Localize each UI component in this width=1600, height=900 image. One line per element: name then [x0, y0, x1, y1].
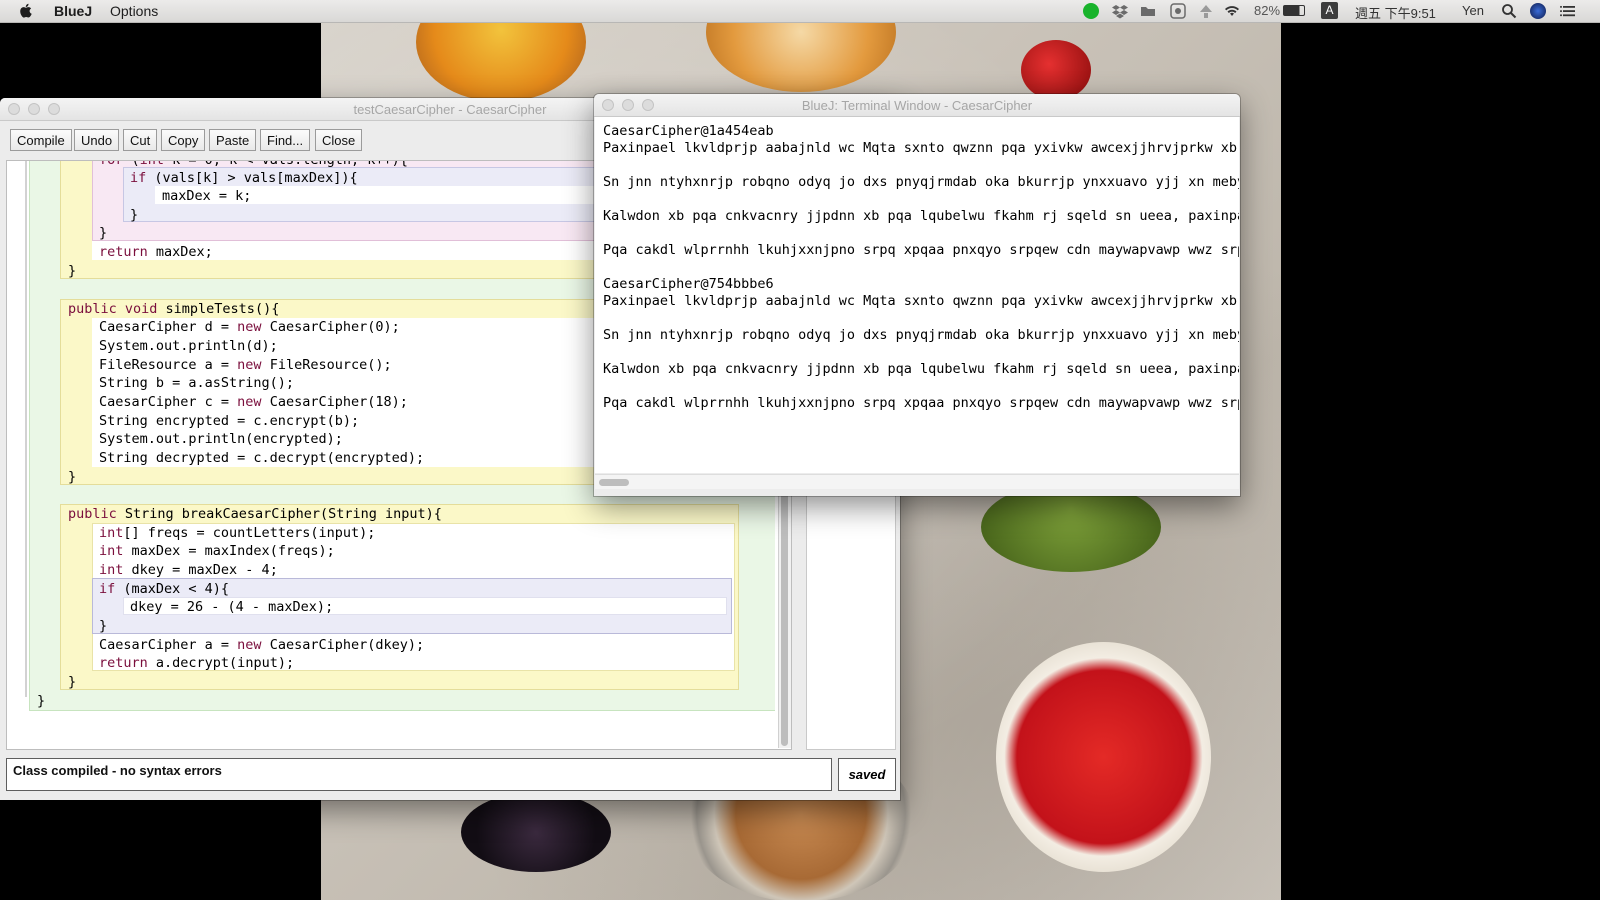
code-line: return a.decrypt(input);: [99, 655, 295, 671]
wifi-icon[interactable]: [1224, 3, 1240, 19]
code-line: }: [130, 207, 139, 223]
code-line: public void simpleTests(){: [68, 301, 280, 317]
user-name[interactable]: Yen: [1462, 3, 1484, 18]
cut-button[interactable]: Cut: [123, 129, 158, 151]
copy-button[interactable]: Copy: [161, 129, 206, 151]
terminal-line: Pqa cakdl wlprrnhh lkuhjxxnjpno srpq xpq…: [603, 395, 1239, 411]
status-message: Class compiled - no syntax errors: [6, 758, 832, 791]
terminal-line: Kalwdon xb pqa cnkvacnry jjpdnn xb pqa l…: [603, 361, 1239, 377]
compile-button[interactable]: Compile: [10, 129, 72, 151]
red-currants: [1021, 40, 1091, 100]
paste-button[interactable]: Paste: [209, 129, 257, 151]
code-line: System.out.println(encrypted);: [99, 431, 343, 447]
blackberries: [461, 792, 611, 872]
code-line: dkey = 26 - (4 - maxDex);: [130, 599, 334, 615]
code-line: }: [99, 225, 108, 241]
line-icon[interactable]: [1083, 3, 1099, 19]
scroll-thumb[interactable]: [599, 479, 629, 486]
terminal-line: Sn jnn ntyhxnrjp robqno odyq jo dxs pnyq…: [603, 327, 1239, 343]
battery-percent: 82%: [1254, 3, 1281, 18]
terminal-horizontal-scrollbar[interactable]: [595, 474, 1239, 489]
terminal-line: Sn jnn ntyhxnrjp robqno odyq jo dxs pnyq…: [603, 174, 1239, 190]
airplay-icon[interactable]: [1198, 3, 1214, 19]
code-line: if (maxDex < 4){: [99, 581, 230, 597]
dropbox-icon[interactable]: [1112, 3, 1128, 19]
terminal-window-title: BlueJ: Terminal Window - CaesarCipher: [801, 98, 1033, 113]
siri-icon[interactable]: [1530, 3, 1546, 19]
find-button[interactable]: Find...: [260, 129, 311, 151]
code-line: int dkey = maxDex - 4;: [99, 562, 278, 578]
code-line: }: [99, 618, 108, 634]
saved-indicator: saved: [838, 758, 896, 791]
input-source-indicator[interactable]: A: [1321, 2, 1338, 19]
terminal-line: Kalwdon xb pqa cnkvacnry jjpdnn xb pqa l…: [603, 208, 1239, 224]
notification-center-icon[interactable]: [1560, 3, 1576, 19]
tart-top-left: [416, 22, 586, 102]
code-line: }: [37, 693, 46, 709]
code-line: CaesarCipher a = new CaesarCipher(dkey);: [99, 637, 425, 653]
battery-icon[interactable]: [1283, 5, 1305, 16]
options-menu[interactable]: Options: [110, 3, 158, 19]
spotlight-search-icon[interactable]: [1501, 3, 1517, 19]
code-line: public String breakCaesarCipher(String i…: [68, 506, 442, 522]
folder-sync-icon[interactable]: [1140, 3, 1156, 19]
menu-clock[interactable]: 週五 下午9:51: [1355, 3, 1436, 22]
code-line: int maxDex = maxIndex(freqs);: [99, 543, 335, 559]
code-line: System.out.println(d);: [99, 338, 278, 354]
menu-bar: BlueJ Options 82% A 週五 下午9:51 Yen: [0, 0, 1600, 23]
code-line: int[] freqs = countLetters(input);: [99, 525, 376, 541]
terminal-window: BlueJ: Terminal Window - CaesarCipher Ca…: [594, 94, 1240, 496]
code-line: }: [68, 263, 77, 279]
tart-top-center: [706, 22, 896, 92]
terminal-title-bar[interactable]: BlueJ: Terminal Window - CaesarCipher: [594, 94, 1240, 117]
code-line: return maxDex;: [99, 244, 213, 260]
gutter-line: [25, 161, 27, 697]
strawberry-tart: [996, 642, 1211, 872]
terminal-line: Paxinpael lkvldprjp aabajnld wc Mqta sxn…: [603, 140, 1239, 156]
code-line: String b = a.asString();: [99, 375, 295, 391]
code-line: CaesarCipher c = new CaesarCipher(18);: [99, 394, 408, 410]
code-line: if (vals[k] > vals[maxDex]){: [130, 170, 358, 186]
code-line: FileResource a = new FileResource();: [99, 357, 392, 373]
code-line: }: [68, 469, 77, 485]
code-line: }: [68, 674, 77, 690]
terminal-line: Pqa cakdl wlprrnhh lkuhjxxnjpno srpq xpq…: [603, 242, 1239, 258]
app-menu[interactable]: BlueJ: [54, 3, 92, 19]
terminal-line: Paxinpael lkvldprjp aabajnld wc Mqta sxn…: [603, 293, 1239, 309]
apple-menu-icon[interactable]: [18, 2, 34, 19]
terminal-line: CaesarCipher@754bbbe6: [603, 276, 774, 292]
terminal-output[interactable]: CaesarCipher@1a454eab Paxinpael lkvldprj…: [595, 117, 1239, 473]
code-line: maxDex = k;: [162, 188, 252, 204]
code-line: String encrypted = c.encrypt(b);: [99, 413, 360, 429]
terminal-line: CaesarCipher@1a454eab: [603, 123, 774, 139]
undo-button[interactable]: Undo: [74, 129, 120, 151]
code-line: String decrypted = c.decrypt(encrypted);: [99, 450, 425, 466]
camera-icon[interactable]: [1170, 3, 1186, 19]
close-button[interactable]: Close: [315, 129, 363, 151]
code-line: CaesarCipher d = new CaesarCipher(0);: [99, 319, 400, 335]
